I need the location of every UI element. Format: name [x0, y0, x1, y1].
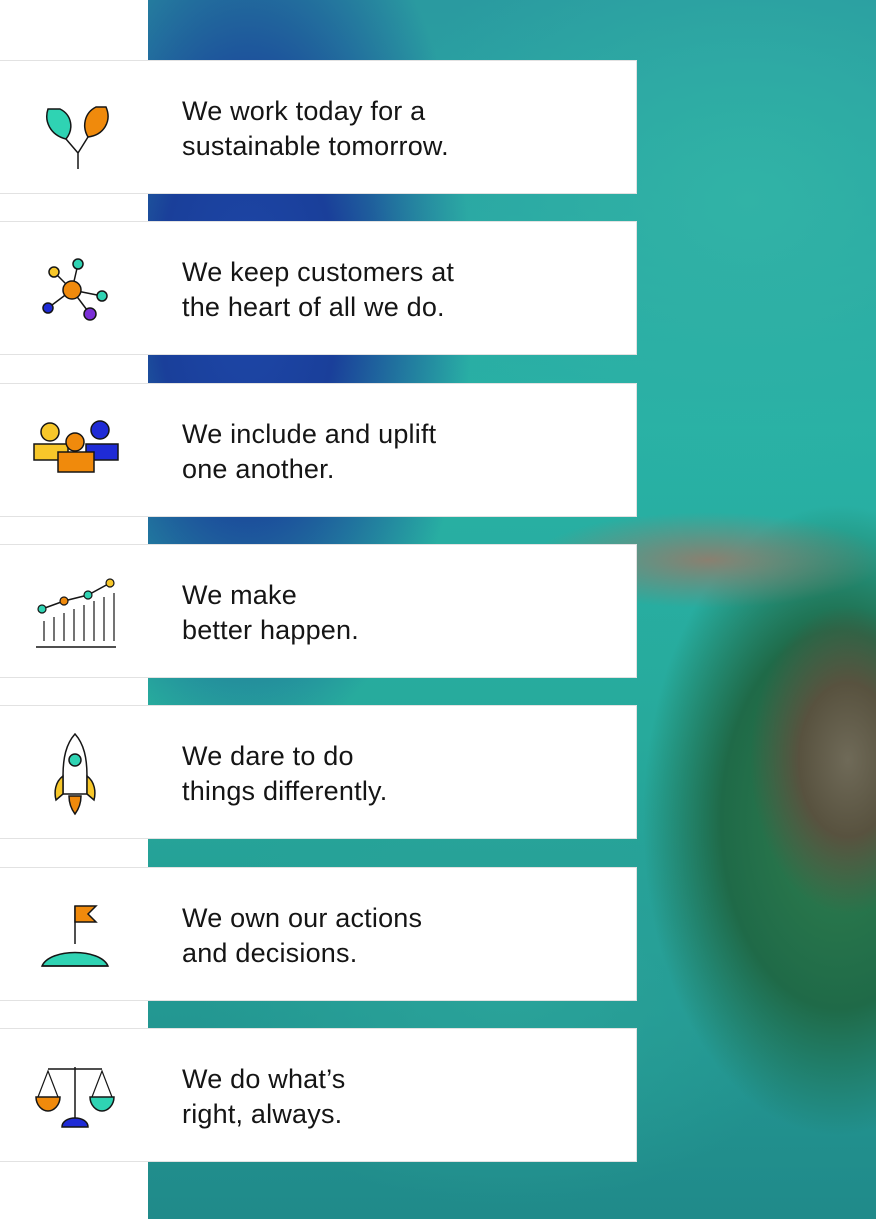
value-line-2: and decisions.: [182, 938, 358, 968]
value-line-2: the heart of all we do.: [182, 292, 445, 322]
value-line-1: We own our actions: [182, 903, 423, 933]
value-text: We include and uplift one another.: [182, 417, 436, 487]
value-line-1: We work today for a: [182, 96, 426, 126]
sprout-icon: [30, 85, 120, 171]
value-line-2: better happen.: [182, 615, 359, 645]
value-card-right: We do what’s right, always.: [0, 1028, 637, 1162]
value-card-own: We own our actions and decisions.: [0, 867, 637, 1001]
value-card-include: We include and uplift one another.: [0, 383, 637, 517]
flag-hill-icon: [30, 892, 120, 978]
value-text: We dare to do things differently.: [182, 739, 387, 809]
value-line-1: We dare to do: [182, 741, 354, 771]
people-group-icon: [30, 408, 120, 494]
value-card-dare: We dare to do things differently.: [0, 705, 637, 839]
value-line-1: We keep customers at: [182, 257, 455, 287]
balance-scale-icon: [30, 1053, 120, 1139]
value-card-better: We make better happen.: [0, 544, 637, 678]
value-line-2: one another.: [182, 454, 335, 484]
value-text: We make better happen.: [182, 578, 359, 648]
network-nodes-icon: [30, 246, 120, 332]
value-text: We do what’s right, always.: [182, 1062, 346, 1132]
value-line-2: things differently.: [182, 776, 388, 806]
value-card-customers: We keep customers at the heart of all we…: [0, 221, 637, 355]
value-text: We own our actions and decisions.: [182, 901, 422, 971]
value-text: We work today for a sustainable tomorrow…: [182, 94, 449, 164]
value-line-1: We do what’s: [182, 1064, 346, 1094]
value-line-2: sustainable tomorrow.: [182, 131, 449, 161]
value-line-1: We make: [182, 580, 297, 610]
value-text: We keep customers at the heart of all we…: [182, 255, 454, 325]
growth-chart-icon: [30, 569, 120, 655]
value-card-sustainable: We work today for a sustainable tomorrow…: [0, 60, 637, 194]
rocket-icon: [30, 730, 120, 816]
value-line-1: We include and uplift: [182, 419, 437, 449]
value-line-2: right, always.: [182, 1099, 343, 1129]
